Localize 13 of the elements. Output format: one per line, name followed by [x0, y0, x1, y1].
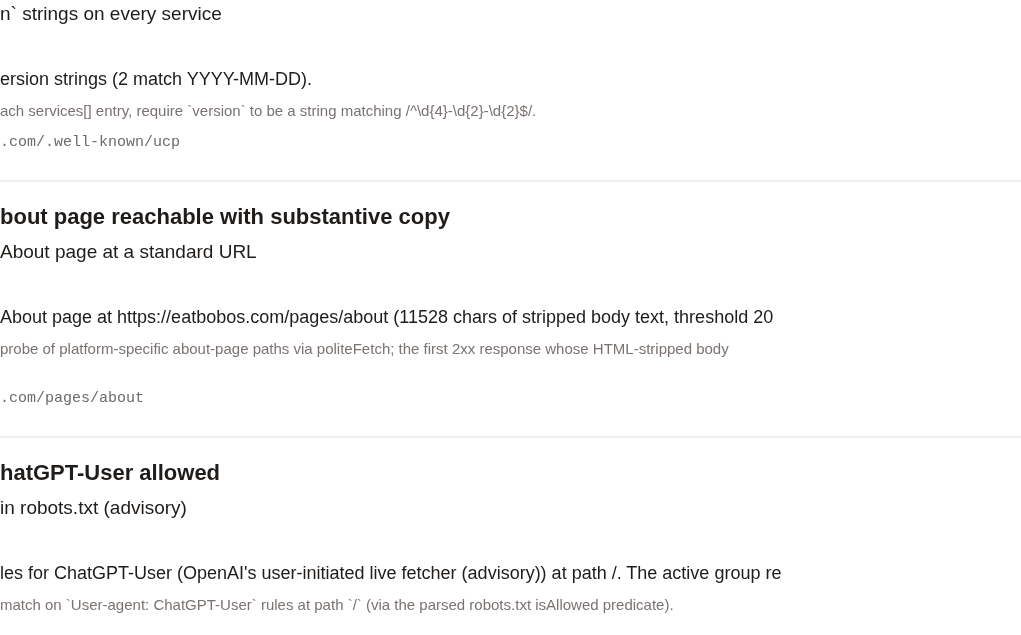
check-method: ach services[] entry, require `version` to be a string matching /^\d{4}-\d{2}-\d{2}$/.	[0, 102, 538, 120]
checked-url: .com/.well-known/ucp	[0, 134, 182, 152]
check-method: match on `User-agent: ChatGPT-User` rules at path `/` (via the parsed robots.txt isAllowed predicate).	[0, 596, 675, 614]
check-result: ersion strings (2 match YYYY-MM-DD).	[0, 68, 314, 90]
check-result: About page at https://eatbobos.com/pages/about (11528 chars of stripped body text, threshold 20	[0, 306, 775, 328]
check-title: hatGPT-User allowed	[0, 460, 222, 486]
checked-url: .com/pages/about	[0, 390, 146, 408]
check-description: n` strings on every service	[0, 2, 223, 26]
check-description: About page at a standard URL	[0, 240, 258, 264]
check-title: bout page reachable with substantive copy	[0, 204, 451, 230]
check-description: in robots.txt (advisory)	[0, 496, 188, 520]
check-method: probe of platform-specific about-page paths via politeFetch; the first 2xx response whose HTML-stripped body	[0, 340, 730, 358]
check-result: les for ChatGPT-User (OpenAI's user-initiated live fetcher (advisory)) at path /. The active group re	[0, 562, 783, 584]
